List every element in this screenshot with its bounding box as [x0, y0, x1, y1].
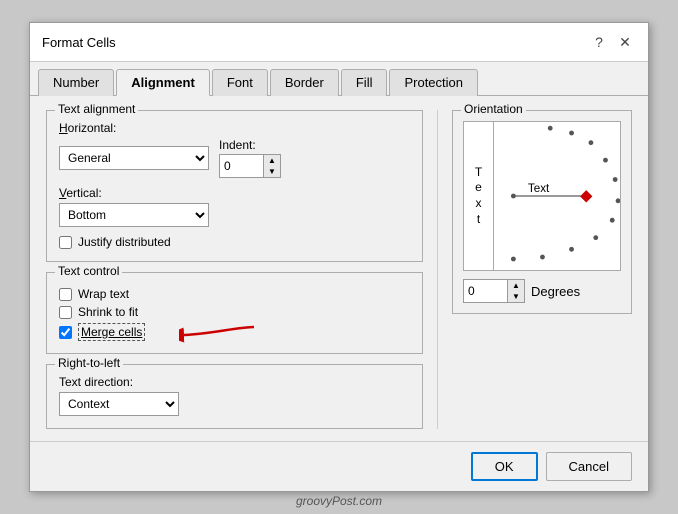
- horizontal-row: General Left Center Right Fill Justify C…: [59, 138, 410, 178]
- svg-text:Text: Text: [528, 182, 550, 195]
- orientation-section: Orientation T e x t: [452, 110, 632, 314]
- degrees-label: Degrees: [531, 284, 580, 299]
- ok-button[interactable]: OK: [471, 452, 538, 481]
- watermark: groovyPost.com: [296, 494, 382, 508]
- orientation-label: Orientation: [461, 102, 526, 116]
- tab-content: Text alignment Horizontal: General Left …: [30, 96, 648, 441]
- title-bar: Format Cells ? ✕: [30, 23, 648, 62]
- tab-number[interactable]: Number: [38, 69, 114, 96]
- text-direction-label: Text direction:: [59, 375, 410, 389]
- vertical-row: Top Center Bottom Justify Distributed: [59, 203, 410, 227]
- text-control-section: Text control Wrap text Shrink to fit Mer…: [46, 272, 423, 354]
- indent-spinner: ▲ ▼: [219, 154, 281, 178]
- dialog-footer: OK Cancel: [30, 441, 648, 491]
- justify-distributed-label: Justify distributed: [78, 235, 171, 249]
- orientation-dial[interactable]: T e x t: [463, 121, 621, 271]
- right-panel: Orientation T e x t: [452, 110, 632, 429]
- panel-divider: [437, 110, 438, 429]
- indent-down-button[interactable]: ▼: [264, 166, 280, 177]
- tab-fill[interactable]: Fill: [341, 69, 388, 96]
- indent-label: Indent:: [219, 138, 256, 152]
- tab-protection[interactable]: Protection: [389, 69, 478, 96]
- wrap-text-row: Wrap text: [59, 287, 410, 301]
- justify-distributed-row: Justify distributed: [59, 235, 410, 249]
- orientation-svg[interactable]: Text: [494, 122, 620, 270]
- wrap-text-checkbox[interactable]: [59, 288, 72, 301]
- degrees-spinner-buttons: ▲ ▼: [507, 279, 525, 303]
- tab-bar: Number Alignment Font Border Fill Protec…: [30, 62, 648, 96]
- annotation-arrow: [179, 319, 259, 349]
- horizontal-select[interactable]: General Left Center Right Fill Justify C…: [59, 146, 209, 170]
- degrees-spinner: ▲ ▼: [463, 279, 525, 303]
- wrap-text-label: Wrap text: [78, 287, 129, 301]
- rtl-label: Right-to-left: [55, 356, 123, 370]
- indent-section: Indent: ▲ ▼: [219, 138, 281, 178]
- rtl-section: Right-to-left Text direction: Context Le…: [46, 364, 423, 429]
- vertical-select[interactable]: Top Center Bottom Justify Distributed: [59, 203, 209, 227]
- merge-cells-checkbox[interactable]: [59, 326, 72, 339]
- degrees-down-button[interactable]: ▼: [508, 291, 524, 302]
- close-button[interactable]: ✕: [614, 31, 636, 53]
- help-button[interactable]: ?: [588, 31, 610, 53]
- indent-up-button[interactable]: ▲: [264, 155, 280, 166]
- degrees-up-button[interactable]: ▲: [508, 280, 524, 291]
- tab-font[interactable]: Font: [212, 69, 268, 96]
- degrees-row: ▲ ▼ Degrees: [463, 279, 621, 303]
- text-direction-select[interactable]: Context Left-to-Right Right-to-Left: [59, 392, 179, 416]
- text-control-label: Text control: [55, 264, 122, 278]
- cancel-button[interactable]: Cancel: [546, 452, 632, 481]
- vertical-label: Vertical:: [59, 186, 410, 200]
- indent-spinner-buttons: ▲ ▼: [263, 154, 281, 178]
- vertical-text-column: T e x t: [464, 122, 494, 270]
- shrink-to-fit-checkbox[interactable]: [59, 306, 72, 319]
- format-cells-dialog: Format Cells ? ✕ Number Alignment Font B…: [29, 22, 649, 492]
- title-bar-controls: ? ✕: [588, 31, 636, 53]
- shrink-to-fit-label: Shrink to fit: [78, 305, 138, 319]
- left-panel: Text alignment Horizontal: General Left …: [46, 110, 423, 429]
- justify-distributed-checkbox[interactable]: [59, 236, 72, 249]
- merge-cells-row: Merge cells: [59, 323, 410, 341]
- indent-input[interactable]: [219, 154, 263, 178]
- dialog-title: Format Cells: [42, 35, 116, 50]
- text-alignment-section: Text alignment Horizontal: General Left …: [46, 110, 423, 262]
- horizontal-label: Horizontal:: [59, 121, 410, 135]
- text-alignment-label: Text alignment: [55, 102, 138, 116]
- tab-alignment[interactable]: Alignment: [116, 69, 210, 96]
- tab-border[interactable]: Border: [270, 69, 339, 96]
- merge-cells-label: Merge cells: [78, 323, 145, 341]
- dot-grid-area: Text: [494, 122, 620, 270]
- degrees-input[interactable]: [463, 279, 507, 303]
- shrink-to-fit-row: Shrink to fit: [59, 305, 410, 319]
